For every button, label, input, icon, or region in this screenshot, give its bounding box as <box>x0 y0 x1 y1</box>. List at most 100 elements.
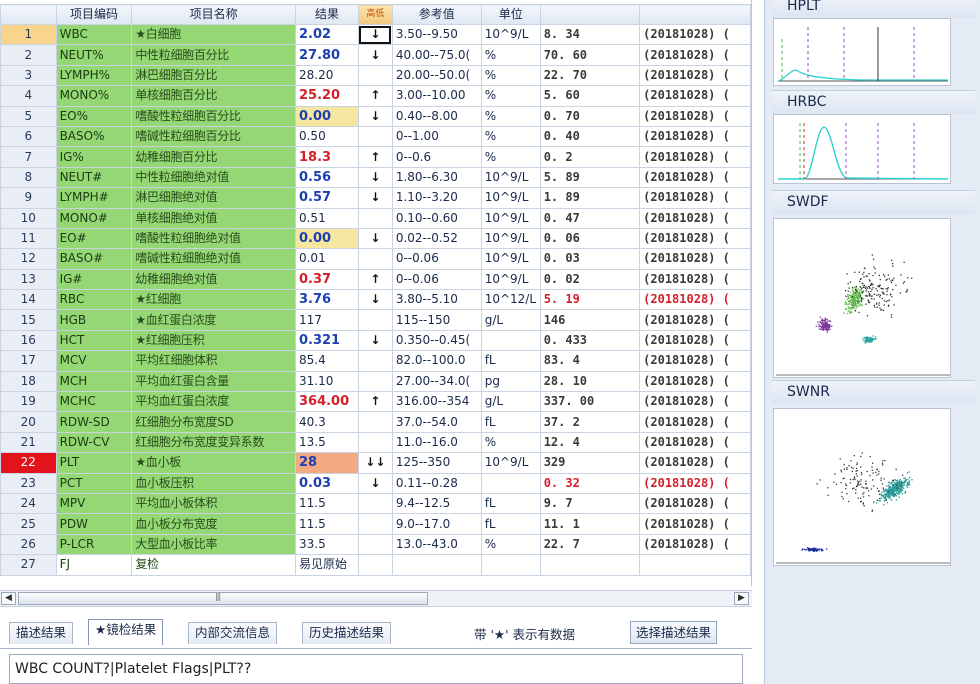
row-number[interactable]: 18 <box>0 370 57 393</box>
item-code[interactable]: EO# <box>55 227 133 250</box>
item-code[interactable]: MONO% <box>55 85 133 107</box>
header-name[interactable]: 项目名称 <box>131 4 296 25</box>
item-name[interactable]: 嗜碱性粒细胞绝对值 <box>131 248 296 270</box>
table-row[interactable]: 12 BASO# 嗜碱性粒细胞绝对值 0.01 0--0.06 10^9/L 0. 03 (2… <box>0 248 751 270</box>
reference-range[interactable]: 82.0--100.0 <box>391 350 482 372</box>
result-value[interactable]: 0.321 <box>294 329 359 352</box>
table-row[interactable]: 24 MPV 平均血小板体积 11.5 9.4--12.5 fL 9. 7 (20181028… <box>0 492 751 515</box>
table-row[interactable]: 17 MCV 平均红细胞体积 85.4 82.0--100.0 fL 83. 4 (20181… <box>0 350 751 372</box>
abnormal-flag-icon[interactable] <box>357 125 393 148</box>
unit[interactable]: 10^9/L <box>480 207 541 229</box>
previous-value[interactable]: 0. 06 <box>539 227 641 250</box>
reference-range[interactable]: 0--0.6 <box>391 146 482 168</box>
previous-date[interactable]: (20181028) ( <box>639 268 751 291</box>
abnormal-flag-icon[interactable]: ↓ <box>357 289 393 311</box>
abnormal-flag-icon[interactable]: ↓ <box>357 187 393 209</box>
unit[interactable]: 10^12/L <box>480 289 541 311</box>
reference-range[interactable] <box>391 554 482 576</box>
result-value[interactable]: 13.5 <box>294 431 359 454</box>
result-value[interactable]: 0.00 <box>294 105 359 127</box>
previous-date[interactable]: (20181028) ( <box>639 166 751 189</box>
previous-value[interactable]: 1. 89 <box>539 187 641 209</box>
result-value[interactable]: 33.5 <box>294 533 359 556</box>
unit[interactable]: % <box>480 85 541 107</box>
result-value[interactable]: 0.00 <box>294 227 359 250</box>
item-code[interactable]: NEUT# <box>55 166 133 189</box>
unit[interactable]: % <box>480 64 541 87</box>
abnormal-flag-icon[interactable] <box>357 309 393 331</box>
table-row[interactable]: 14 RBC ★红细胞 3.76 ↓ 3.80--5.10 10^12/L 5. 19 (201… <box>0 289 751 311</box>
item-name[interactable]: 淋巴细胞百分比 <box>131 64 296 87</box>
item-name[interactable]: ★红细胞 <box>131 289 296 311</box>
result-value[interactable]: 28.20 <box>294 64 359 87</box>
header-result[interactable]: 结果 <box>294 4 359 25</box>
previous-value[interactable]: 0. 433 <box>539 329 641 352</box>
row-number[interactable]: 9 <box>0 187 57 209</box>
table-row[interactable]: 7 IG% 幼稚细胞百分比 18.3 ↑ 0--0.6% 0. 2 (20181028) ( <box>0 146 751 168</box>
item-name[interactable]: 平均血红蛋白含量 <box>131 370 296 393</box>
item-code[interactable]: MCHC <box>55 391 133 413</box>
table-row[interactable]: 19 MCHC 平均血红蛋白浓度 364.00 ↑ 316.00--354 g/L 337. … <box>0 391 751 413</box>
unit[interactable]: 10^9/L <box>480 23 541 46</box>
previous-value[interactable]: 8. 34 <box>539 23 641 46</box>
abnormal-flag-icon[interactable]: ↑ <box>357 85 393 107</box>
unit[interactable]: fL <box>480 492 541 515</box>
abnormal-flag-icon[interactable] <box>357 554 393 576</box>
reference-range[interactable]: 1.80--6.30 <box>391 166 482 189</box>
abnormal-flag-icon[interactable]: ↓ <box>357 23 393 46</box>
tab-microscopy-result[interactable]: ★镜检结果 <box>88 619 164 645</box>
abnormal-flag-icon[interactable] <box>357 248 393 270</box>
item-name[interactable]: ★血红蛋白浓度 <box>131 309 296 331</box>
row-number[interactable]: 13 <box>0 268 57 291</box>
item-name[interactable]: 平均血红蛋白浓度 <box>131 391 296 413</box>
table-row[interactable]: 4 MONO% 单核细胞百分比 25.20 ↑ 3.00--10.00% 5. 60 (201… <box>0 85 751 107</box>
previous-value[interactable]: 5. 89 <box>539 166 641 189</box>
unit[interactable]: g/L <box>480 309 541 331</box>
row-number[interactable]: 3 <box>0 64 57 87</box>
item-name[interactable]: 幼稚细胞百分比 <box>131 146 296 168</box>
select-description-button[interactable]: 选择描述结果 <box>630 621 718 644</box>
result-value[interactable]: 0.37 <box>294 268 359 291</box>
table-row[interactable]: 8 NEUT# 中性粒细胞绝对值 0.56 ↓ 1.80--6.30 10^9/L 5. 89… <box>0 166 751 189</box>
item-name[interactable]: ★红细胞压积 <box>131 329 296 352</box>
tab-history-description[interactable]: 历史描述结果 <box>302 622 392 644</box>
item-name[interactable]: 单核细胞百分比 <box>131 85 296 107</box>
table-row[interactable]: 22 PLT ★血小板 28 ↓↓ 125--350 10^9/L 329 (20181028)… <box>0 452 751 474</box>
table-row[interactable]: 10 MONO# 单核细胞绝对值 0.51 0.10--0.60 10^9/L 0. 47(… <box>0 207 751 229</box>
item-code[interactable]: NEUT% <box>55 44 133 66</box>
reference-range[interactable]: 1.10--3.20 <box>391 187 482 209</box>
unit[interactable]: % <box>480 533 541 556</box>
previous-date[interactable]: (20181028) ( <box>639 146 751 168</box>
item-name[interactable]: 嗜酸性粒细胞百分比 <box>131 105 296 127</box>
row-number[interactable]: 6 <box>0 125 57 148</box>
abnormal-flag-icon[interactable] <box>357 431 393 454</box>
row-number[interactable]: 27 <box>0 554 57 576</box>
item-code[interactable]: HGB <box>55 309 133 331</box>
row-number[interactable]: 12 <box>0 248 57 270</box>
unit[interactable]: % <box>480 44 541 66</box>
abnormal-flag-icon[interactable]: ↑ <box>357 146 393 168</box>
previous-value[interactable]: 329 <box>539 452 641 474</box>
table-row[interactable]: 15 HGB ★血红蛋白浓度 117 115--150 g/L 146 (20181028) … <box>0 309 751 331</box>
abnormal-flag-icon[interactable] <box>357 533 393 556</box>
row-number[interactable]: 8 <box>0 166 57 189</box>
result-value[interactable]: 364.00 <box>294 391 359 413</box>
item-name[interactable]: 大型血小板比率 <box>131 533 296 556</box>
row-number[interactable]: 10 <box>0 207 57 229</box>
table-row[interactable]: 16 HCT ★红细胞压积 0.321 ↓ 0.350--0.45(0. 433 (2018… <box>0 329 751 352</box>
item-code[interactable]: RBC <box>55 289 133 311</box>
previous-value[interactable]: 0. 70 <box>539 105 641 127</box>
item-code[interactable]: PDW <box>55 513 133 535</box>
item-name[interactable]: 中性粒细胞绝对值 <box>131 166 296 189</box>
abnormal-flag-icon[interactable] <box>357 492 393 515</box>
item-name[interactable]: 血小板分布宽度 <box>131 513 296 535</box>
header-flag[interactable]: 高低 <box>357 4 393 25</box>
abnormal-flag-icon[interactable]: ↑ <box>357 268 393 291</box>
item-name[interactable]: 血小板压积 <box>131 472 296 494</box>
reference-range[interactable]: 0.02--0.52 <box>391 227 482 250</box>
abnormal-flag-icon[interactable]: ↓ <box>357 227 393 250</box>
table-row[interactable]: 25 PDW 血小板分布宽度 11.5 9.0--17.0 fL 11. 1 (2018102… <box>0 513 751 535</box>
reference-range[interactable]: 9.0--17.0 <box>391 513 482 535</box>
previous-value[interactable]: 0. 40 <box>539 125 641 148</box>
item-name[interactable]: ★血小板 <box>131 452 296 474</box>
